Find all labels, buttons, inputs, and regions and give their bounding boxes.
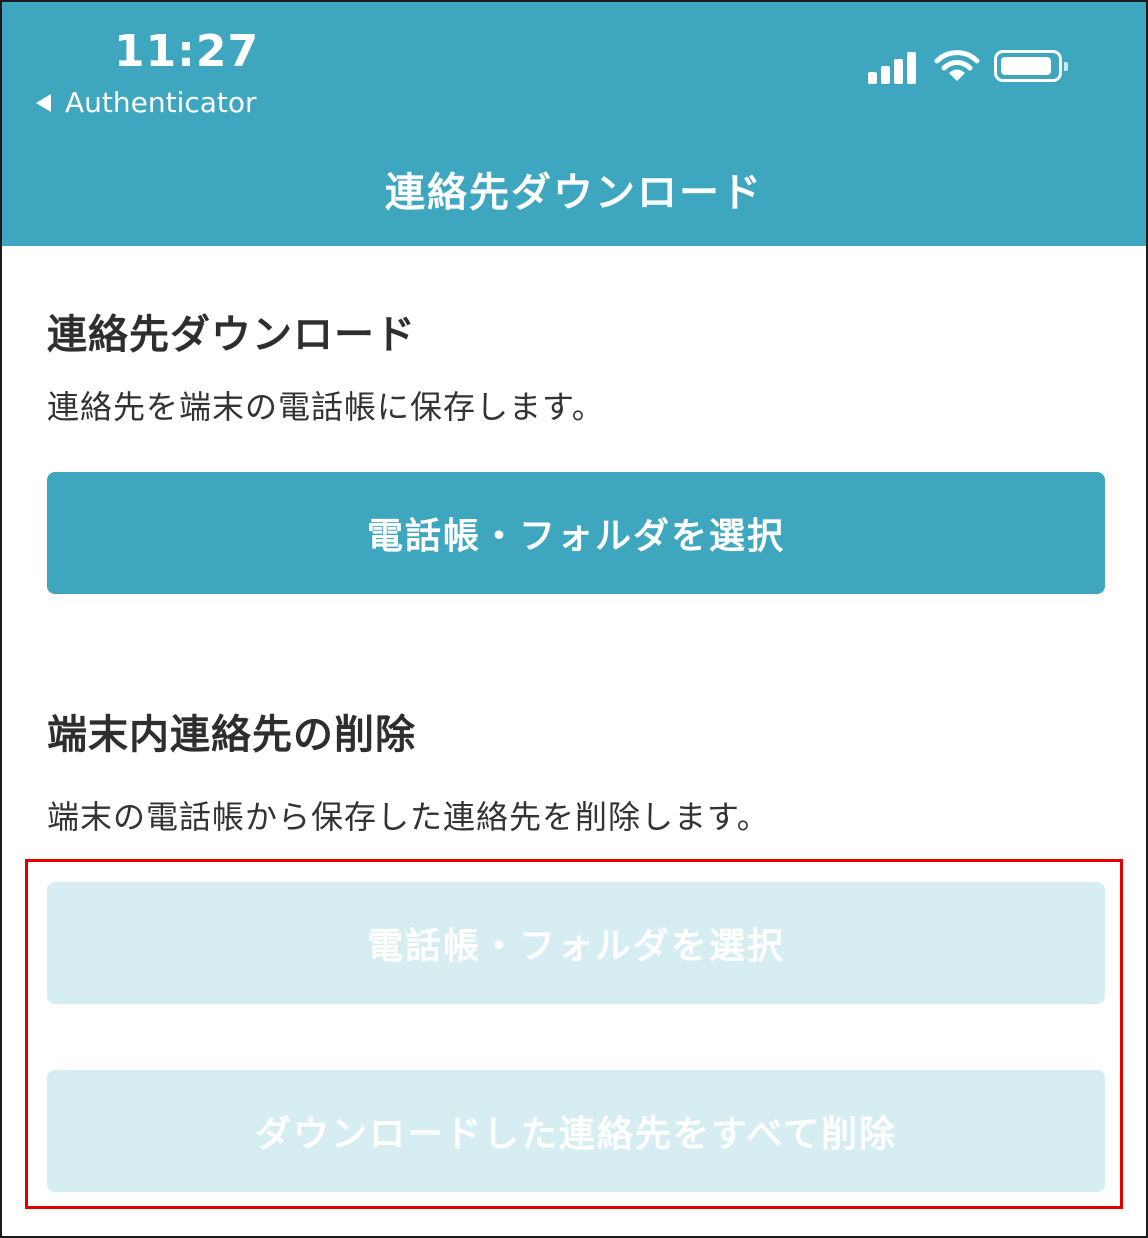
- battery-icon: [994, 50, 1068, 82]
- back-to-app-button[interactable]: Authenticator: [36, 86, 257, 119]
- app-screen: 11:27 Authenticator 連絡先ダウンロード 連絡先ダウンロード …: [0, 0, 1148, 1238]
- back-arrow-icon: [36, 93, 51, 112]
- download-section-title: 連絡先ダウンロード: [47, 312, 416, 358]
- download-select-folder-button[interactable]: 電話帳・フォルダを選択: [47, 472, 1105, 594]
- cellular-signal-icon: [868, 48, 920, 84]
- highlight-box: [25, 859, 1123, 1209]
- delete-section-title: 端末内連絡先の削除: [47, 712, 416, 758]
- back-app-label: Authenticator: [65, 86, 257, 119]
- status-icons: [868, 48, 1068, 84]
- header-bar: 11:27 Authenticator 連絡先ダウンロード: [2, 2, 1146, 246]
- delete-section-description: 端末の電話帳から保存した連絡先を削除します。: [47, 798, 770, 836]
- download-section-description: 連絡先を端末の電話帳に保存します。: [47, 388, 605, 426]
- status-time: 11:27: [114, 26, 260, 77]
- battery-level: [1001, 57, 1051, 75]
- page-title: 連絡先ダウンロード: [385, 170, 763, 216]
- wifi-icon: [934, 50, 980, 81]
